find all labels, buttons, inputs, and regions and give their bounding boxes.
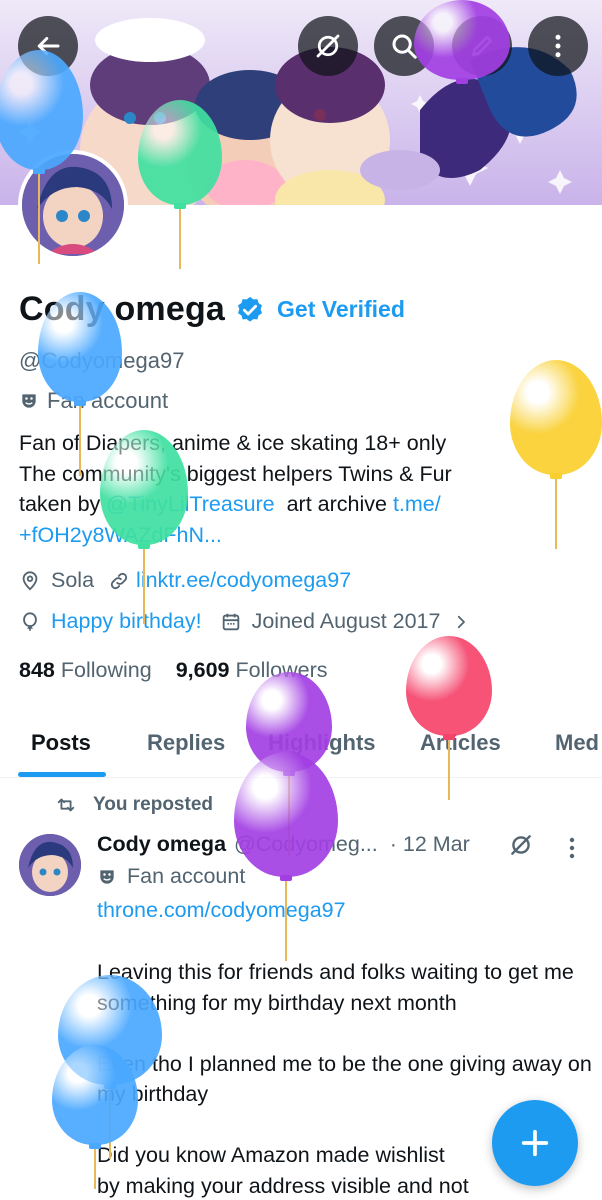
profile-tabs: Posts Replies Highlights Articles Med [0,712,602,778]
mute-button[interactable] [298,16,358,76]
repost-indicator: You reposted [55,794,213,816]
bio-archive-link-cont[interactable]: +fOH2y8WAZdFhN... [19,520,579,551]
bio-line-3: taken by @TinyLilTreasure art archive t.… [19,489,579,520]
post-link[interactable]: throne.com/codyomega97 [97,898,346,923]
bio-archive-link[interactable]: t.me/ [393,492,441,516]
back-arrow-icon [37,37,60,55]
profile-bio: Fan of Diapers, anime & ice skating 18+ … [19,428,579,550]
chevron-right-icon[interactable] [452,613,470,631]
search-button[interactable] [374,16,434,76]
profile-meta-row-1: Sola linktr.ee/codyomega97 [19,568,351,593]
bio-text: art archive [274,492,393,516]
mute-icon [316,34,340,58]
back-button[interactable] [18,16,78,76]
tab-posts[interactable]: Posts [31,730,91,756]
followers-label: Followers [235,658,328,682]
profile-handle: @Codyomega97 [19,348,185,373]
tab-replies[interactable]: Replies [147,730,225,756]
followers-link[interactable]: 9,609 Followers [176,658,328,683]
profile-avatar[interactable] [18,150,128,260]
get-verified-link[interactable]: Get Verified [277,296,405,323]
calendar-icon [222,613,239,630]
edit-button[interactable] [452,16,512,76]
display-name: Cody omega [19,290,226,328]
website-link[interactable]: linktr.ee/codyomega97 [136,568,351,593]
profile-category: Fan account [19,388,168,414]
following-label: Following [60,658,152,682]
balloon-icon [23,611,37,631]
bio-mention-link[interactable]: @TinyLilTreasure [106,492,274,516]
bio-line-1: Fan of Diapers, anime & ice skating 18+ … [19,431,447,455]
profile-name-row: Cody omega Get Verified [19,290,405,329]
birthday-text[interactable]: Happy birthday! [51,609,202,634]
post-timestamp[interactable]: · 12 Mar [390,832,470,857]
tab-highlights[interactable]: Highlights [268,730,376,756]
following-count: 848 [19,658,55,682]
location-pin-icon [22,570,38,591]
following-link[interactable]: 848 Following [19,658,152,683]
search-icon [392,34,417,59]
post-avatar[interactable] [19,834,81,896]
profile-meta-row-2: Happy birthday! Joined August 2017 [19,609,470,634]
post-more-icon[interactable] [562,834,582,862]
follow-stats: 848 Following 9,609 Followers [19,658,328,683]
verified-badge-icon[interactable] [235,295,265,325]
compose-button[interactable] [492,1100,578,1186]
more-options-button[interactable] [528,16,588,76]
tab-articles[interactable]: Articles [420,730,501,756]
followers-count: 9,609 [175,658,230,682]
theater-mask-icon [100,869,114,884]
theater-mask-icon [22,394,36,408]
post-avatar-image [19,834,81,896]
repost-label: You reposted [93,794,213,815]
avatar-image [22,154,124,256]
post-author-name[interactable]: Cody omega [97,832,226,857]
edit-icon [472,36,492,56]
balloon-icon [234,752,338,967]
tab-media[interactable]: Med [555,730,599,756]
post-header: Cody omega @Codyomeg... · 12 Mar [97,832,470,857]
post-author-handle[interactable]: @Codyomeg... [234,832,378,857]
post-category-label: Fan account [127,864,246,888]
bio-text: taken by [19,492,107,516]
post-category: Fan account [97,864,245,889]
bio-line-2: The community's biggest helpers Twins & … [19,461,452,486]
repost-icon [57,798,75,812]
plus-icon [521,1129,549,1157]
mute-icon[interactable] [508,832,534,858]
active-tab-indicator [18,772,106,777]
link-icon [110,572,128,589]
more-vertical-icon [555,34,561,58]
category-label: Fan account [47,388,169,413]
joined-date: Joined August 2017 [251,609,441,633]
location-text: Sola [51,568,95,592]
